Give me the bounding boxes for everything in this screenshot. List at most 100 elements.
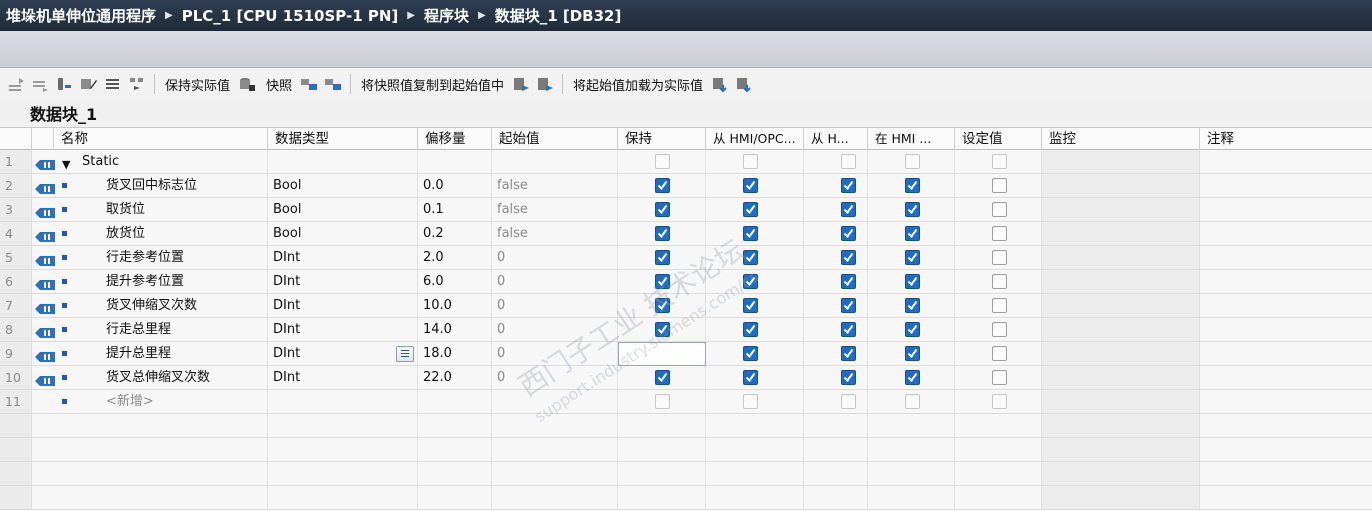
- set-cell[interactable]: [955, 414, 1042, 437]
- hmi1-cell[interactable]: [706, 222, 804, 245]
- checked-checkbox[interactable]: [743, 274, 758, 289]
- checked-checkbox[interactable]: [655, 250, 670, 265]
- hmi3-cell[interactable]: [868, 246, 955, 269]
- datatype-cell[interactable]: Bool: [268, 198, 418, 221]
- datatype-cell[interactable]: DInt: [268, 366, 418, 389]
- breadcrumb-plc[interactable]: PLC_1 [CPU 1510SP-1 PN]: [182, 7, 399, 25]
- table-row[interactable]: 1 ▼ Static: [0, 150, 1372, 174]
- checkbox[interactable]: [992, 226, 1007, 241]
- datatype-cell[interactable]: [268, 150, 418, 173]
- name-cell[interactable]: ▼ Static: [32, 150, 268, 173]
- start-value-cell[interactable]: 0: [492, 342, 618, 365]
- name-cell[interactable]: [32, 462, 268, 485]
- comment-cell[interactable]: [1200, 390, 1372, 413]
- hmi2-cell[interactable]: [804, 486, 868, 509]
- name-cell[interactable]: 放货位: [32, 222, 268, 245]
- datatype-cell[interactable]: DInt: [268, 318, 418, 341]
- header-hmi-in[interactable]: 在 HMI ...: [868, 128, 955, 150]
- table-row[interactable]: [0, 462, 1372, 486]
- start-value-cell[interactable]: 0: [492, 246, 618, 269]
- table-row[interactable]: [0, 438, 1372, 462]
- set-cell[interactable]: [955, 318, 1042, 341]
- type-picker-button[interactable]: [396, 346, 414, 362]
- name-cell[interactable]: [32, 414, 268, 437]
- hmi1-cell[interactable]: [706, 390, 804, 413]
- hmi2-cell[interactable]: [804, 438, 868, 461]
- start-value-cell[interactable]: false: [492, 222, 618, 245]
- checked-checkbox[interactable]: [743, 346, 758, 361]
- hmi1-cell[interactable]: [706, 438, 804, 461]
- checked-checkbox[interactable]: [655, 274, 670, 289]
- hmi3-cell[interactable]: [868, 318, 955, 341]
- hmi1-cell[interactable]: [706, 246, 804, 269]
- name-cell[interactable]: 货叉总伸缩叉次数: [32, 366, 268, 389]
- header-comment[interactable]: 注释: [1200, 128, 1372, 150]
- checkbox[interactable]: [992, 250, 1007, 265]
- table-row[interactable]: 10 货叉总伸缩叉次数 DInt 22.0 0: [0, 366, 1372, 390]
- set-cell[interactable]: [955, 222, 1042, 245]
- table-row[interactable]: 2 货叉回中标志位 Bool 0.0 false: [0, 174, 1372, 198]
- copy-all-snapshot-icon[interactable]: [536, 76, 554, 92]
- checked-checkbox[interactable]: [655, 202, 670, 217]
- hmi1-cell[interactable]: [706, 270, 804, 293]
- set-cell[interactable]: [955, 246, 1042, 269]
- hmi1-cell[interactable]: [706, 486, 804, 509]
- copy-snapshot-button[interactable]: 将快照值复制到起始值中: [361, 75, 504, 94]
- comment-cell[interactable]: [1200, 462, 1372, 485]
- hmi2-cell[interactable]: [804, 318, 868, 341]
- header-retain[interactable]: 保持: [618, 128, 706, 150]
- datatype-cell[interactable]: DInt: [268, 270, 418, 293]
- retain-cell[interactable]: [618, 462, 706, 485]
- hmi2-cell[interactable]: [804, 294, 868, 317]
- checked-checkbox[interactable]: [905, 370, 920, 385]
- retain-cell[interactable]: [618, 486, 706, 509]
- retain-cell[interactable]: [618, 438, 706, 461]
- hmi1-cell[interactable]: [706, 198, 804, 221]
- checked-checkbox[interactable]: [743, 298, 758, 313]
- hmi2-cell[interactable]: [804, 366, 868, 389]
- checked-checkbox[interactable]: [841, 274, 856, 289]
- hmi3-cell[interactable]: [868, 222, 955, 245]
- retain-cell[interactable]: [618, 150, 706, 173]
- hmi3-cell[interactable]: [868, 486, 955, 509]
- hmi1-cell[interactable]: [706, 414, 804, 437]
- set-cell[interactable]: [955, 462, 1042, 485]
- hmi1-cell[interactable]: [706, 342, 804, 365]
- checked-checkbox[interactable]: [841, 346, 856, 361]
- name-cell[interactable]: [32, 486, 268, 509]
- expand-icon[interactable]: [56, 76, 74, 92]
- checked-checkbox[interactable]: [743, 250, 758, 265]
- table-row[interactable]: 5 行走参考位置 DInt 2.0 0: [0, 246, 1372, 270]
- checkbox[interactable]: [992, 322, 1007, 337]
- datatype-cell[interactable]: [268, 390, 418, 413]
- retain-cell[interactable]: [618, 366, 706, 389]
- hmi3-cell[interactable]: [868, 414, 955, 437]
- checked-checkbox[interactable]: [905, 178, 920, 193]
- hmi1-cell[interactable]: [706, 462, 804, 485]
- hmi3-cell[interactable]: [868, 198, 955, 221]
- checkbox[interactable]: [905, 154, 920, 169]
- set-cell[interactable]: [955, 294, 1042, 317]
- table-row[interactable]: 3 取货位 Bool 0.1 false: [0, 198, 1372, 222]
- checked-checkbox[interactable]: [743, 226, 758, 241]
- hmi3-cell[interactable]: [868, 270, 955, 293]
- hmi1-cell[interactable]: [706, 366, 804, 389]
- comment-cell[interactable]: [1200, 318, 1372, 341]
- table-row[interactable]: [0, 414, 1372, 438]
- header-setpoint[interactable]: 设定值: [955, 128, 1042, 150]
- header-hmi-h[interactable]: 从 H...: [804, 128, 868, 150]
- comment-cell[interactable]: [1200, 246, 1372, 269]
- table-row[interactable]: 6 提升参考位置 DInt 6.0 0: [0, 270, 1372, 294]
- add-row-icon[interactable]: [32, 76, 50, 92]
- checked-checkbox[interactable]: [743, 322, 758, 337]
- comment-cell[interactable]: [1200, 150, 1372, 173]
- comment-cell[interactable]: [1200, 198, 1372, 221]
- set-cell[interactable]: [955, 150, 1042, 173]
- hmi2-cell[interactable]: [804, 150, 868, 173]
- checked-checkbox[interactable]: [905, 202, 920, 217]
- retain-cell[interactable]: [618, 270, 706, 293]
- name-cell[interactable]: <新增>: [32, 390, 268, 413]
- hmi3-cell[interactable]: [868, 390, 955, 413]
- checked-checkbox[interactable]: [905, 322, 920, 337]
- hmi2-cell[interactable]: [804, 414, 868, 437]
